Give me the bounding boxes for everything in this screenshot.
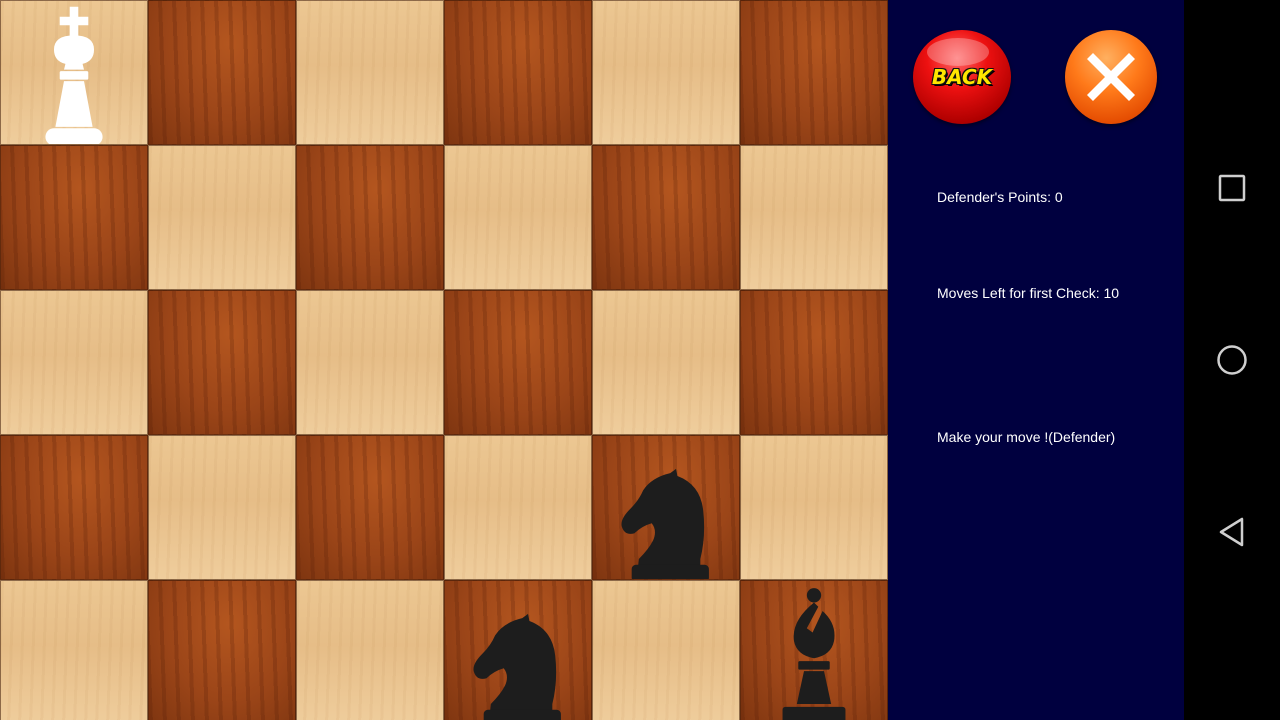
home-circle-icon	[1217, 345, 1247, 375]
board-square[interactable]	[444, 0, 592, 145]
board-square[interactable]	[0, 580, 148, 720]
home-button[interactable]	[1212, 340, 1252, 380]
knight-icon	[473, 613, 561, 720]
board-square[interactable]	[296, 290, 444, 435]
board-square[interactable]	[740, 580, 888, 720]
recents-square-icon	[1218, 174, 1246, 202]
board-square[interactable]	[148, 0, 296, 145]
board-square[interactable]	[148, 435, 296, 580]
board-square[interactable]	[740, 0, 888, 145]
board-square[interactable]	[296, 435, 444, 580]
white-king-piece[interactable]	[1, 1, 147, 144]
side-panel: BACK Defender's Points: 0 Moves Left for…	[888, 0, 1184, 720]
board-square[interactable]	[444, 580, 592, 720]
board-square[interactable]	[0, 290, 148, 435]
board-square[interactable]	[592, 580, 740, 720]
board-square[interactable]	[740, 435, 888, 580]
nav-back-button[interactable]	[1212, 512, 1252, 552]
black-knight-piece[interactable]	[593, 436, 739, 579]
board-square[interactable]	[444, 145, 592, 290]
board-square[interactable]	[444, 290, 592, 435]
board-square[interactable]	[740, 145, 888, 290]
board-square[interactable]	[592, 145, 740, 290]
back-button[interactable]: BACK	[913, 30, 1011, 124]
close-button[interactable]	[1065, 30, 1157, 124]
board-square[interactable]	[592, 0, 740, 145]
android-nav-bar	[1184, 0, 1280, 720]
black-bishop-piece[interactable]	[741, 581, 887, 720]
chess-board	[0, 0, 888, 720]
board-square[interactable]	[592, 435, 740, 580]
board-square[interactable]	[296, 145, 444, 290]
board-square[interactable]	[148, 580, 296, 720]
board-square[interactable]	[0, 145, 148, 290]
board-square[interactable]	[0, 435, 148, 580]
black-knight-piece[interactable]	[445, 581, 591, 720]
board-square[interactable]	[148, 290, 296, 435]
board-square[interactable]	[296, 580, 444, 720]
status-message: Make your move !(Defender)	[937, 429, 1116, 445]
moves-left-text: Moves Left for first Check: 10	[937, 285, 1120, 301]
board-square[interactable]	[592, 290, 740, 435]
board-square[interactable]	[0, 0, 148, 145]
recents-button[interactable]	[1212, 168, 1252, 208]
board-square[interactable]	[148, 145, 296, 290]
back-triangle-icon	[1219, 517, 1244, 547]
king-icon	[45, 6, 103, 144]
board-square[interactable]	[296, 0, 444, 145]
bishop-icon	[782, 588, 846, 720]
back-button-label: BACK	[931, 65, 993, 89]
board-square[interactable]	[444, 435, 592, 580]
board-square[interactable]	[740, 290, 888, 435]
close-x-icon	[1087, 53, 1135, 101]
defender-points-text: Defender's Points: 0	[937, 189, 1063, 205]
knight-icon	[621, 468, 709, 579]
